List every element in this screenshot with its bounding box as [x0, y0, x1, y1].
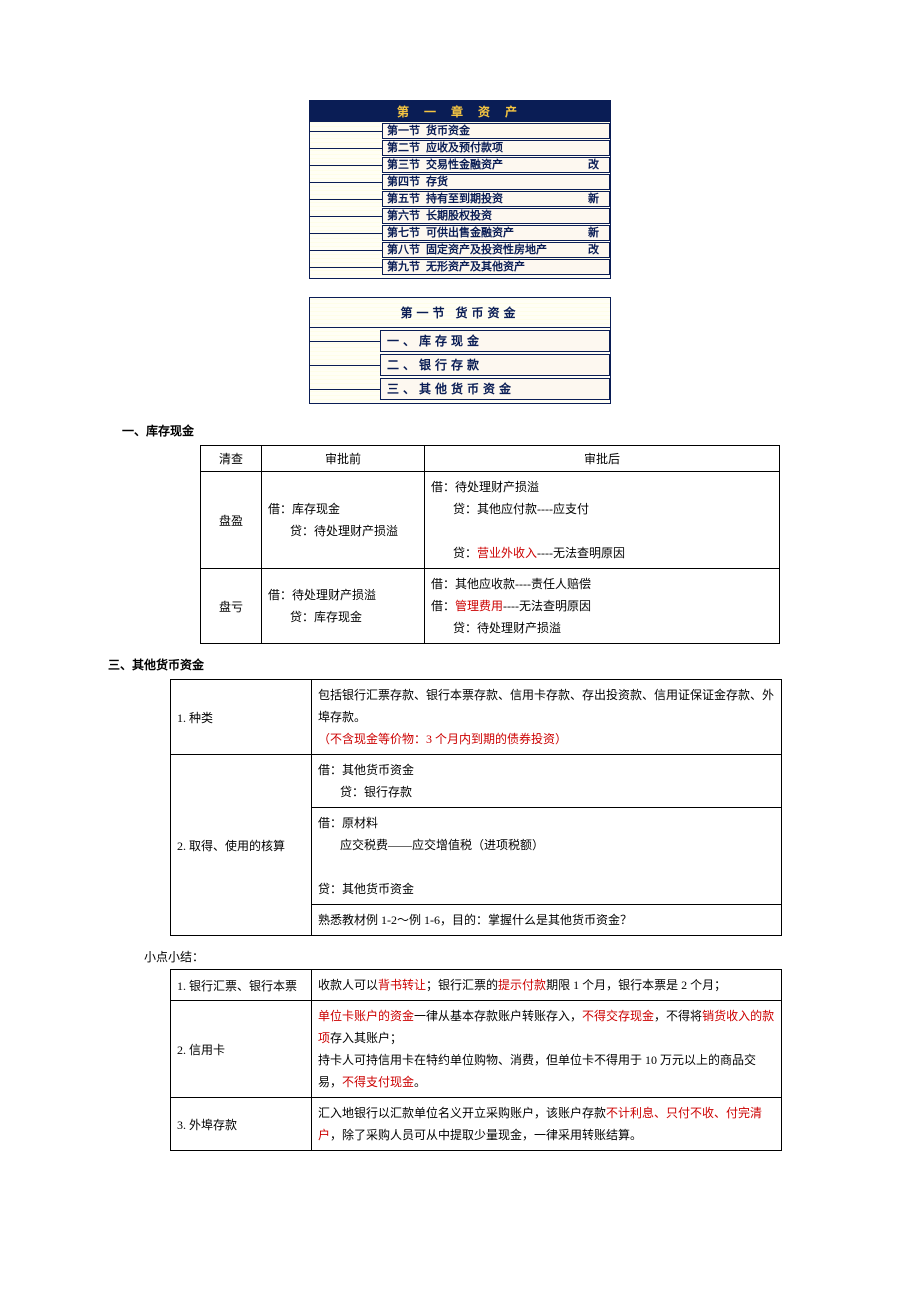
- chapter-row-name: 交易性金融资产: [426, 158, 503, 172]
- t1-text: 贷：营业外收入----无法查明原因: [431, 542, 773, 564]
- t1-text: 贷：待处理财产损溢: [268, 520, 418, 542]
- section1-item: 三、其他货币资金: [380, 378, 610, 400]
- t3-cell: 汇入地银行以汇款单位名义开立采购账户，该账户存款不计利息、只付不收、付完清户，除…: [312, 1098, 782, 1151]
- t1-text: 借：待处理财产损溢: [431, 480, 539, 494]
- t3-text-red: 单位卡账户的资金: [318, 1009, 414, 1023]
- t2-cell: 1. 种类: [171, 680, 312, 755]
- t2-text: 借：原材料: [318, 816, 378, 830]
- t2-text: 包括银行汇票存款、银行本票存款、信用卡存款、存出投资款、信用证保证金存款、外埠存…: [318, 688, 774, 724]
- chapter-row-tag: 改: [588, 243, 605, 257]
- t2-cell: 借：原材料 应交税费——应交增值税（进项税额） 贷：其他货币资金: [312, 808, 782, 905]
- t1-text-red: 管理费用: [455, 599, 503, 613]
- chapter-row-num: 第八节: [387, 243, 420, 257]
- chapter-row-name: 存货: [426, 175, 448, 189]
- t1-text: 借：: [431, 599, 455, 613]
- t3-text: ；银行汇票的: [426, 978, 498, 992]
- section1-title: 第一节 货币资金: [310, 298, 610, 328]
- t2-text: 贷：银行存款: [318, 781, 775, 803]
- t1-text: 贷：: [453, 546, 477, 560]
- section1-box: 第一节 货币资金 一、库存现金 二、银行存款 三、其他货币资金: [309, 297, 611, 404]
- t1-cell: 借：库存现金 贷：待处理财产损溢: [262, 472, 425, 569]
- summary-table: 1. 银行汇票、银行本票 收款人可以背书转让；银行汇票的提示付款期限 1 个月，…: [170, 969, 782, 1151]
- chapter-row-num: 第四节: [387, 175, 420, 189]
- chapter-box: 第 一 章 资 产 第一节货币资金 第二节应收及预付款项 第三节交易性金融资产改…: [309, 100, 611, 279]
- chapter-row-num: 第五节: [387, 192, 420, 206]
- t1-text: ----无法查明原因: [503, 599, 591, 613]
- chapter-row-name: 货币资金: [426, 124, 470, 138]
- t1-text: 借：待处理财产损溢: [268, 588, 376, 602]
- t3-cell: 2. 信用卡: [171, 1001, 312, 1098]
- t3-text: 期限 1 个月，银行本票是 2 个月；: [546, 978, 726, 992]
- t1-cell: 盘亏: [201, 569, 262, 644]
- t1-cell: 盘盈: [201, 472, 262, 569]
- t1-text: 贷：库存现金: [268, 606, 418, 628]
- t3-text: 汇入地银行以汇款单位名义开立采购账户，该账户存款: [318, 1106, 606, 1120]
- t2-cell: 借：其他货币资金 贷：银行存款: [312, 755, 782, 808]
- t3-text-red: 不得交存现金: [582, 1009, 654, 1023]
- t1-th: 清查: [201, 446, 262, 472]
- cash-inventory-table: 清查 审批前 审批后 盘盈 借：库存现金 贷：待处理财产损溢 借：待处理财产损溢…: [200, 445, 780, 644]
- chapter-row-tag: 新: [588, 192, 605, 206]
- chapter-row-num: 第三节: [387, 158, 420, 172]
- t1-text-red: 营业外收入: [477, 546, 537, 560]
- chapter-row-num: 第二节: [387, 141, 420, 155]
- chapter-row-name: 可供出售金融资产: [426, 226, 514, 240]
- t2-cell: 包括银行汇票存款、银行本票存款、信用卡存款、存出投资款、信用证保证金存款、外埠存…: [312, 680, 782, 755]
- t1-th: 审批后: [425, 446, 780, 472]
- chapter-row-num: 第七节: [387, 226, 420, 240]
- t3-cell: 单位卡账户的资金一律从基本存款账户转账存入，不得交存现金，不得将销货收入的款项存…: [312, 1001, 782, 1098]
- chapter-row-num: 第九节: [387, 260, 420, 274]
- t1-text: ----无法查明原因: [537, 546, 625, 560]
- t1-text: 贷：其他应付款----应支付: [431, 498, 773, 520]
- t3-text-red: 提示付款: [498, 978, 546, 992]
- chapter-title: 第 一 章 资 产: [310, 101, 610, 122]
- chapter-row-num: 第一节: [387, 124, 420, 138]
- t3-text: ，除了采购人员可从中提取少量现金，一律采用转账结算。: [330, 1128, 642, 1142]
- t3-text: 一律从基本存款账户转账存入，: [414, 1009, 582, 1023]
- heading-other-monetary: 三、其他货币资金: [108, 656, 820, 673]
- t3-cell: 收款人可以背书转让；银行汇票的提示付款期限 1 个月，银行本票是 2 个月；: [312, 970, 782, 1001]
- t1-text: 借：库存现金: [268, 502, 340, 516]
- t3-text: 。: [414, 1075, 426, 1089]
- t1-text: 借：管理费用----无法查明原因: [431, 599, 591, 613]
- chapter-row-name: 无形资产及其他资产: [426, 260, 525, 274]
- t1-cell: 借：待处理财产损溢 贷：其他应付款----应支付 贷：营业外收入----无法查明…: [425, 472, 780, 569]
- section1-item: 一、库存现金: [380, 330, 610, 352]
- chapter-row-tag: [599, 175, 605, 189]
- t2-cell: 2. 取得、使用的核算: [171, 755, 312, 936]
- t3-text: 收款人可以: [318, 978, 378, 992]
- chapter-row-tag: [599, 141, 605, 155]
- chapter-row-tag: 新: [588, 226, 605, 240]
- t3-text-red: 不得支付现金: [342, 1075, 414, 1089]
- summary-note: 小点小结：: [144, 948, 820, 965]
- chapter-row-tag: [599, 124, 605, 138]
- t2-cell: 熟悉教材例 1-2～例 1-6，目的：掌握什么是其他货币资金？: [312, 905, 782, 936]
- t2-text-red: （不含现金等价物：3 个月内到期的债券投资）: [318, 732, 567, 746]
- heading-cash: 一、库存现金: [122, 422, 820, 439]
- t3-text: ，不得将: [654, 1009, 702, 1023]
- chapter-row-tag: [599, 209, 605, 223]
- t2-text: 借：其他货币资金: [318, 763, 414, 777]
- t3-text-red: 背书转让: [378, 978, 426, 992]
- t3-text: 存入其账户；: [330, 1031, 402, 1045]
- t3-cell: 1. 银行汇票、银行本票: [171, 970, 312, 1001]
- t3-cell: 3. 外埠存款: [171, 1098, 312, 1151]
- chapter-row-tag: 改: [588, 158, 605, 172]
- chapter-row-name: 固定资产及投资性房地产: [426, 243, 547, 257]
- chapter-row-name: 持有至到期投资: [426, 192, 503, 206]
- t1-th: 审批前: [262, 446, 425, 472]
- t1-cell: 借：待处理财产损溢 贷：库存现金: [262, 569, 425, 644]
- t1-text: 贷：待处理财产损溢: [431, 617, 773, 639]
- other-monetary-table: 1. 种类 包括银行汇票存款、银行本票存款、信用卡存款、存出投资款、信用证保证金…: [170, 679, 782, 936]
- section1-item: 二、银行存款: [380, 354, 610, 376]
- chapter-row-name: 长期股权投资: [426, 209, 492, 223]
- chapter-row-name: 应收及预付款项: [426, 141, 503, 155]
- chapter-row-num: 第六节: [387, 209, 420, 223]
- chapter-rows: 第一节货币资金 第二节应收及预付款项 第三节交易性金融资产改 第四节存货 第五节…: [310, 123, 610, 275]
- chapter-row-tag: [599, 260, 605, 274]
- t2-text: 应交税费——应交增值税（进项税额）: [318, 834, 775, 856]
- t2-text: 贷：其他货币资金: [318, 882, 414, 896]
- t1-text: 借：其他应收款----责任人赔偿: [431, 577, 591, 591]
- t1-cell: 借：其他应收款----责任人赔偿 借：管理费用----无法查明原因 贷：待处理财…: [425, 569, 780, 644]
